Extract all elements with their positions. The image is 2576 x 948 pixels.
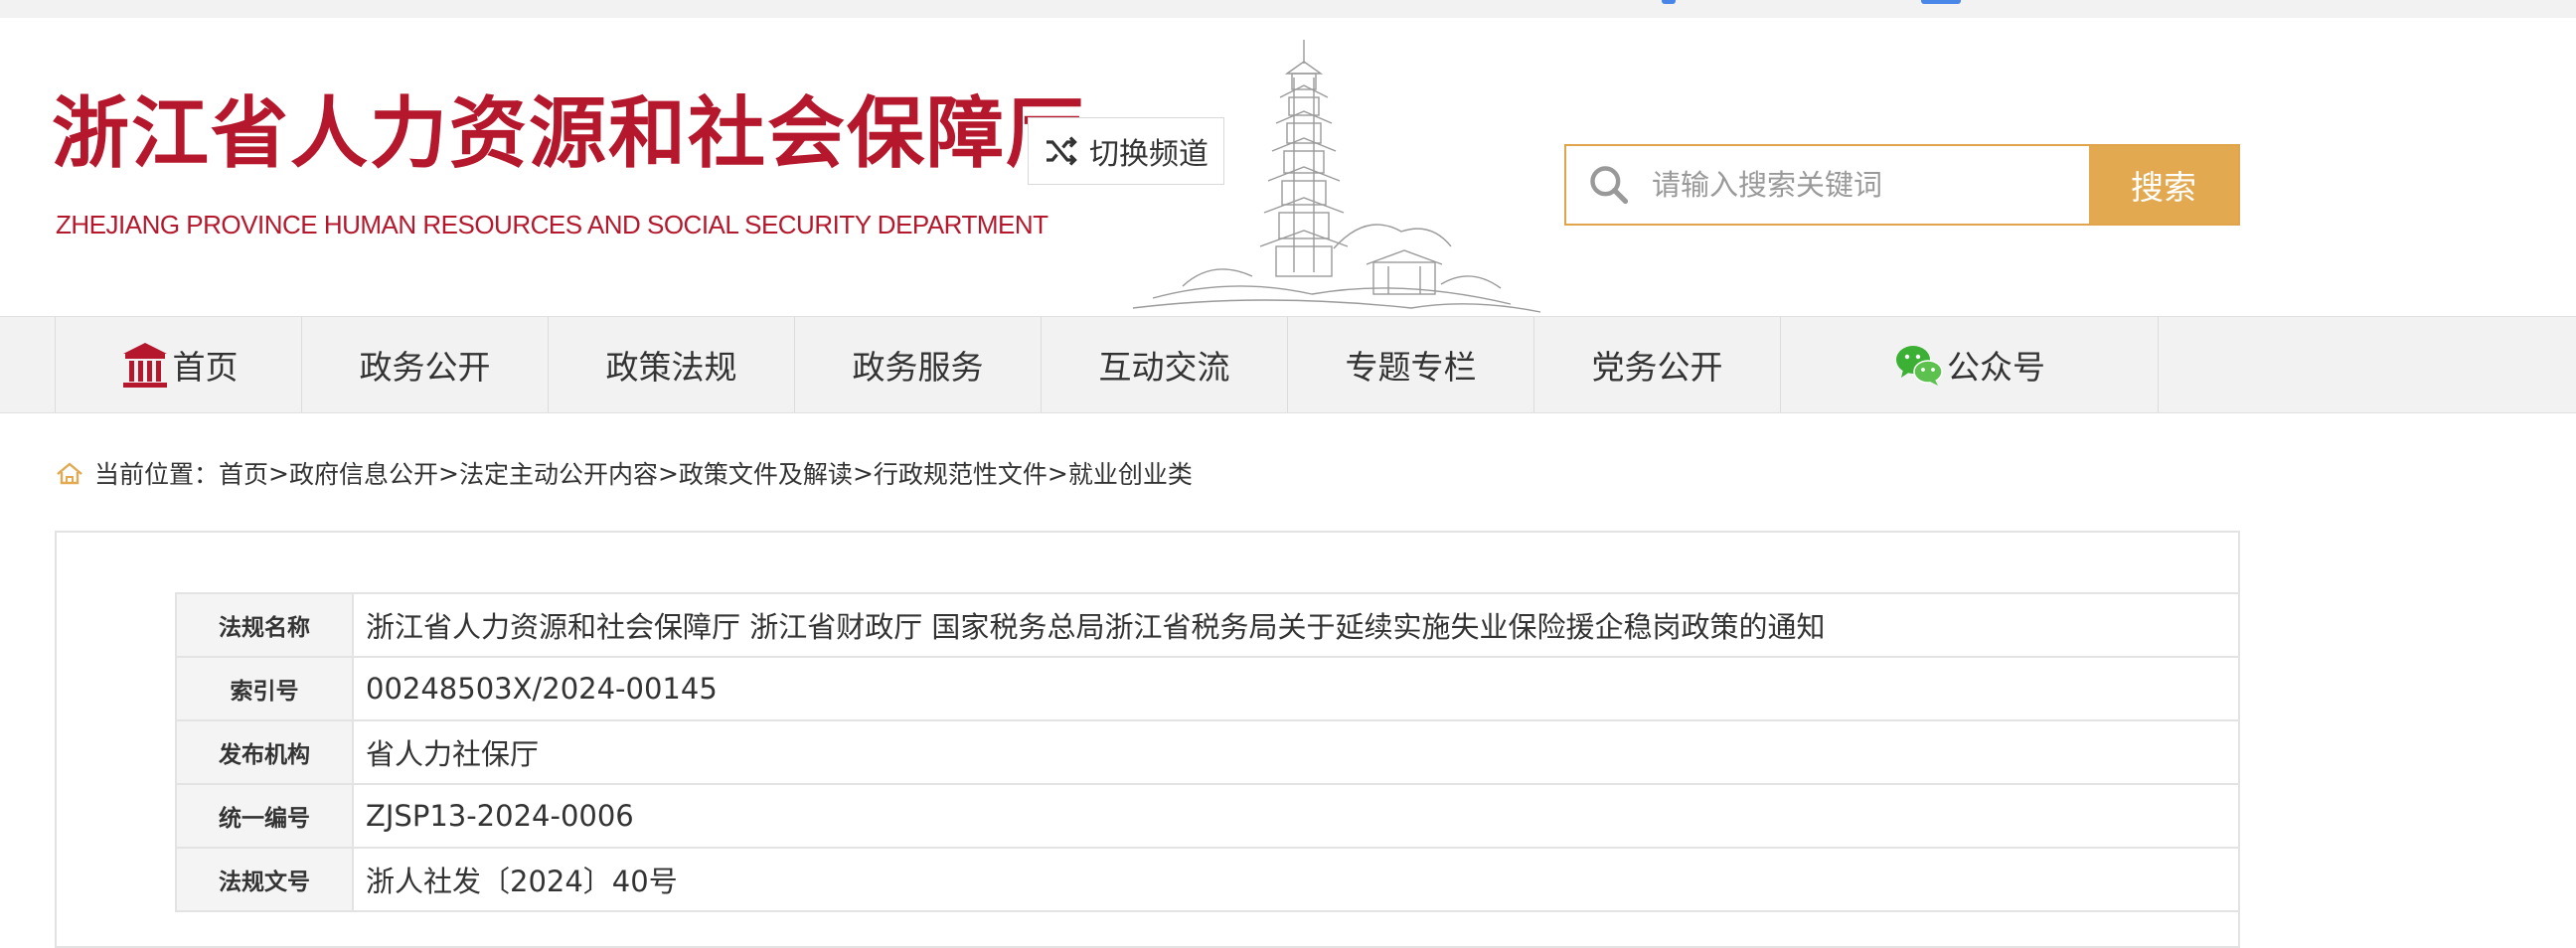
- breadcrumb-link-home[interactable]: 首页: [219, 455, 268, 491]
- breadcrumb-link-gov-info[interactable]: 政府信息公开: [289, 455, 438, 491]
- document-info-table: 法规名称 浙江省人力资源和社会保障厅 浙江省财政厅 国家税务总局浙江省税务局关于…: [175, 592, 2240, 912]
- breadcrumb-separator: >: [268, 458, 289, 488]
- nav-item-services[interactable]: 政务服务: [795, 317, 1042, 412]
- search-icon[interactable]: [1566, 146, 1652, 224]
- search-input[interactable]: [1652, 146, 2089, 224]
- top-strip-marker: [1921, 0, 1961, 4]
- nav-item-interaction[interactable]: 互动交流: [1042, 317, 1288, 412]
- breadcrumb-link-employment[interactable]: 就业创业类: [1068, 455, 1193, 491]
- row-value: 浙人社发〔2024〕40号: [352, 847, 2240, 912]
- top-strip-marker: [1662, 0, 1676, 4]
- breadcrumb-link-statutory[interactable]: 法定主动公开内容: [459, 455, 658, 491]
- main-nav: 首页 政务公开 政策法规 政务服务 互动交流 专题专栏 党务公开 公众号: [0, 316, 2576, 413]
- breadcrumb-prefix: 当前位置：: [94, 460, 220, 489]
- row-value: 浙江省人力资源和社会保障厅 浙江省财政厅 国家税务总局浙江省税务局关于延续实施失…: [352, 592, 2240, 658]
- wechat-icon: [1896, 346, 1943, 386]
- search-bar: 搜索: [1564, 144, 2240, 226]
- table-row: 发布机构 省人力社保厅: [175, 719, 2240, 785]
- nav-item-label: 首页: [172, 348, 239, 387]
- row-value: 省人力社保厅: [352, 719, 2240, 785]
- breadcrumb-link-normative-docs[interactable]: 行政规范性文件: [874, 455, 1047, 491]
- nav-item-wechat[interactable]: 公众号: [1781, 317, 2159, 412]
- nav-item-policies[interactable]: 政策法规: [549, 317, 795, 412]
- table-row: 法规文号 浙人社发〔2024〕40号: [175, 847, 2240, 912]
- site-logo-title[interactable]: 浙江省人力资源和社会保障厅: [52, 95, 1085, 173]
- breadcrumb: 当前位置： 首页 > 政府信息公开 > 法定主动公开内容 > 政策文件及解读 >…: [55, 455, 1193, 491]
- nav-item-government-affairs[interactable]: 政务公开: [302, 317, 549, 412]
- row-value: ZJSP13-2024-0006: [352, 783, 2240, 849]
- pagoda-illustration: [1132, 40, 1541, 313]
- table-row: 法规名称 浙江省人力资源和社会保障厅 浙江省财政厅 国家税务总局浙江省税务局关于…: [175, 592, 2240, 658]
- site-header: 浙江省人力资源和社会保障厅 ZHEJIANG PROVINCE HUMAN RE…: [0, 18, 2576, 316]
- nav-item-home[interactable]: 首页: [56, 317, 302, 412]
- home-icon: [57, 462, 82, 485]
- row-value: 00248503X/2024-00145: [352, 656, 2240, 721]
- breadcrumb-separator: >: [1046, 458, 1068, 488]
- breadcrumb-link-policy-docs[interactable]: 政策文件及解读: [679, 455, 853, 491]
- browser-top-strip: [0, 0, 2576, 18]
- table-row: 统一编号 ZJSP13-2024-0006: [175, 783, 2240, 849]
- nav-item-topics[interactable]: 专题专栏: [1288, 317, 1534, 412]
- row-label: 统一编号: [175, 783, 354, 849]
- table-row: 索引号 00248503X/2024-00145: [175, 656, 2240, 721]
- breadcrumb-separator: >: [657, 458, 679, 488]
- breadcrumb-separator: >: [852, 458, 874, 488]
- nav-item-label: 公众号: [1947, 348, 2045, 387]
- row-label: 索引号: [175, 656, 354, 721]
- home-building-icon: [122, 343, 167, 388]
- breadcrumb-separator: >: [438, 458, 459, 488]
- row-label: 发布机构: [175, 719, 354, 785]
- row-label: 法规文号: [175, 847, 354, 912]
- shuffle-icon: [1046, 136, 1077, 166]
- site-logo-subtitle: ZHEJIANG PROVINCE HUMAN RESOURCES AND SO…: [56, 210, 1048, 239]
- search-button[interactable]: 搜索: [2089, 146, 2238, 224]
- row-label: 法规名称: [175, 592, 354, 658]
- nav-item-party-affairs[interactable]: 党务公开: [1534, 317, 1781, 412]
